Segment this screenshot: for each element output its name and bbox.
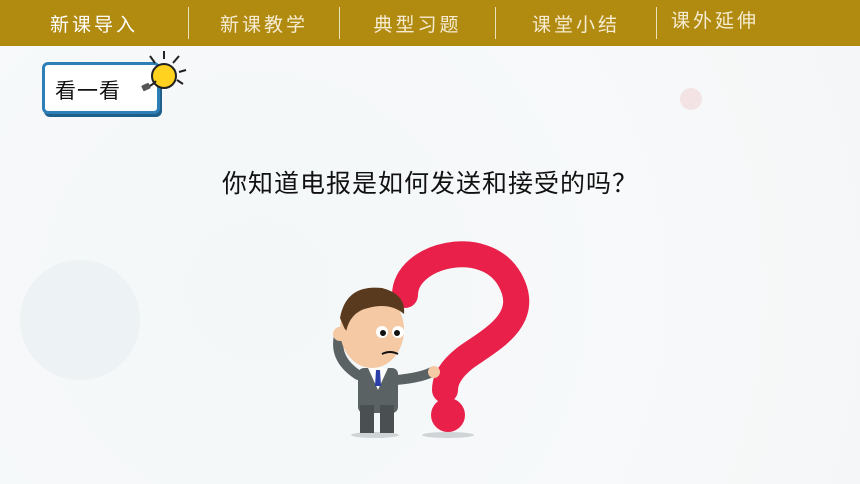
lightbulb-icon <box>141 51 187 92</box>
nav-tab-teaching[interactable]: 新课教学 <box>189 0 339 46</box>
nav-tab-exercises[interactable]: 典型习题 <box>340 0 495 46</box>
nav-tab-intro[interactable]: 新课导入 <box>0 0 188 46</box>
nav-divider <box>188 7 189 39</box>
look-badge-label: 看一看 <box>55 79 121 103</box>
background-bokeh <box>680 88 702 110</box>
thinking-man-question-mark <box>333 241 530 438</box>
nav-tab-summary[interactable]: 课堂小结 <box>496 0 656 46</box>
nav-tab-extension[interactable]: 课外延伸 <box>657 0 791 42</box>
nav-divider <box>339 7 340 39</box>
background-bokeh <box>20 260 140 380</box>
top-navigation-bar: 新课导入 新课教学 典型习题 课堂小结 课外延伸 <box>0 0 860 46</box>
nav-divider <box>656 7 657 39</box>
question-text: 你知道电报是如何发送和接受的吗？ <box>221 169 638 198</box>
nav-divider <box>495 7 496 39</box>
